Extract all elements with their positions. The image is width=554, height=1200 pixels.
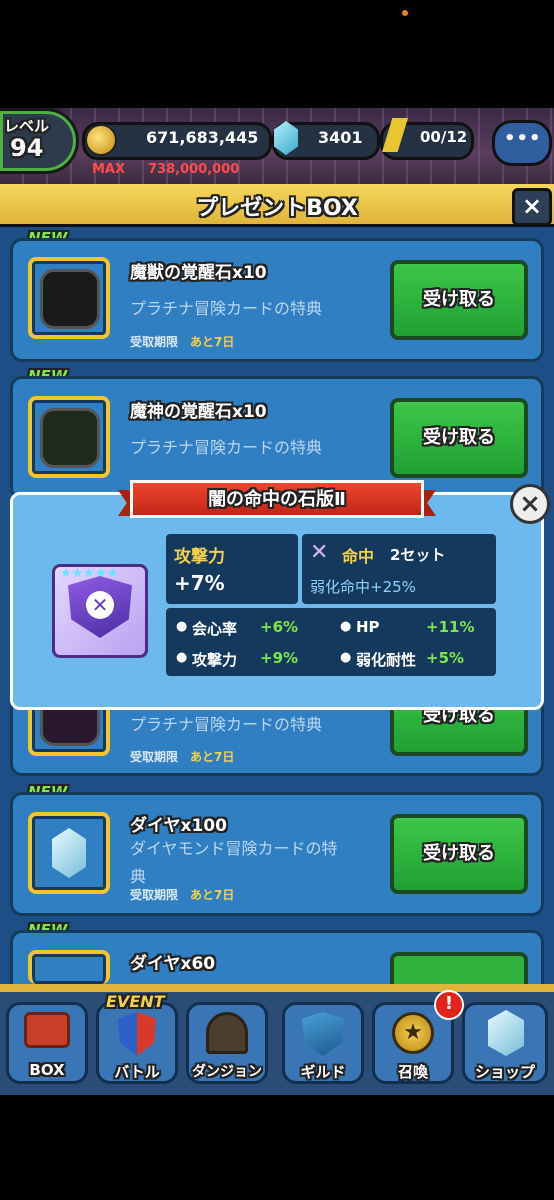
bullet-icon: ● bbox=[176, 650, 188, 665]
modal-title: プレゼントBOX bbox=[196, 196, 358, 221]
expire-label: 受取期限 bbox=[130, 888, 179, 902]
sub-stat-name: 攻撃力 bbox=[192, 651, 238, 669]
dungeon-gate-icon bbox=[206, 1012, 248, 1054]
item-name: ダイヤx60 bbox=[130, 954, 216, 974]
gold-coin-icon bbox=[85, 124, 117, 156]
popup-close-button[interactable]: × bbox=[510, 484, 550, 524]
event-label: EVENT bbox=[106, 992, 165, 1011]
nav-dungeon-label: ダンジョン bbox=[192, 1064, 262, 1080]
sub-stat-value: +11% bbox=[426, 618, 475, 636]
gem-value: 3401 bbox=[318, 128, 363, 147]
sub-stat-value: +6% bbox=[260, 618, 299, 636]
set-name: 命中 bbox=[342, 547, 375, 566]
sub-stat-value: +5% bbox=[426, 649, 465, 667]
item-name: 魔神の覚醒石x10 bbox=[130, 402, 267, 422]
accuracy-icon: ✕ bbox=[310, 540, 329, 565]
sub-stat-name: 会心率 bbox=[192, 620, 238, 638]
days-left: あと7日 bbox=[190, 750, 235, 764]
gold-max-label: MAX bbox=[92, 162, 126, 177]
stamina-value: 00/12 bbox=[420, 128, 468, 146]
nav-guild-label: ギルド bbox=[300, 1063, 346, 1081]
days-left: あと7日 bbox=[190, 888, 235, 902]
item-source: プラチナ冒険カードの特典 bbox=[130, 299, 323, 318]
receive-button[interactable]: 受け取る bbox=[390, 260, 528, 340]
item-name: ダイヤx100 bbox=[130, 816, 227, 836]
item-source-cont: 典 bbox=[130, 867, 147, 886]
pentagram-icon: ★ bbox=[392, 1012, 434, 1054]
main-stat-label: 攻撃力 bbox=[174, 547, 225, 567]
level-value: 94 bbox=[10, 134, 44, 162]
god-awakening-stone-icon bbox=[40, 408, 100, 468]
expire-label: 受取期限 bbox=[130, 335, 179, 349]
nav-shop-label: ショップ bbox=[474, 1063, 535, 1081]
main-stat-value: +7% bbox=[174, 571, 225, 595]
item-source: ダイヤモンド冒険カードの特 bbox=[130, 839, 338, 858]
gold-value: 671,683,445 bbox=[146, 128, 259, 147]
level-label: レベル bbox=[4, 117, 50, 135]
bullet-icon: ● bbox=[176, 619, 188, 634]
sub-stat-name: 弱化耐性 bbox=[356, 651, 417, 669]
chat-bubble-icon: ••• bbox=[504, 128, 542, 149]
set-effect: 弱化命中+25% bbox=[310, 578, 416, 596]
receive-button[interactable]: 受け取る bbox=[390, 398, 528, 478]
treasure-chest-icon bbox=[24, 1012, 70, 1048]
sub-stat-value: +9% bbox=[260, 649, 299, 667]
receive-button[interactable] bbox=[390, 952, 528, 984]
rarity-stars: ★★★★★ bbox=[60, 566, 119, 581]
gold-max-value: 738,000,000 bbox=[148, 162, 240, 177]
bullet-icon: ● bbox=[340, 619, 352, 634]
beast-awakening-stone-icon bbox=[40, 269, 100, 329]
item-source: プラチナ冒険カードの特典 bbox=[130, 438, 323, 457]
item-name: 魔獣の覚醒石x10 bbox=[130, 263, 267, 283]
nav-summon-label: 召喚 bbox=[397, 1063, 428, 1081]
sub-stat-name: HP bbox=[356, 618, 380, 636]
nav-top-strip bbox=[0, 984, 554, 992]
modal-close-button[interactable]: × bbox=[512, 188, 552, 226]
popup-title: 闇の命中の石版Ⅱ bbox=[208, 489, 346, 510]
alert-badge: ! bbox=[434, 990, 464, 1020]
nav-battle-label: バトル bbox=[114, 1063, 160, 1081]
nav-box-label: BOX bbox=[29, 1061, 65, 1079]
days-left: あと7日 bbox=[190, 335, 235, 349]
expire-label: 受取期限 bbox=[130, 750, 179, 764]
receive-button[interactable]: 受け取る bbox=[390, 814, 528, 894]
bullet-icon: ● bbox=[340, 650, 352, 665]
camera-indicator bbox=[402, 10, 408, 16]
set-count: 2セット bbox=[390, 546, 446, 564]
item-source: プラチナ冒険カードの特典 bbox=[130, 715, 323, 734]
accuracy-mark-icon: ✕ bbox=[86, 591, 114, 619]
item-icon-frame bbox=[28, 950, 110, 984]
